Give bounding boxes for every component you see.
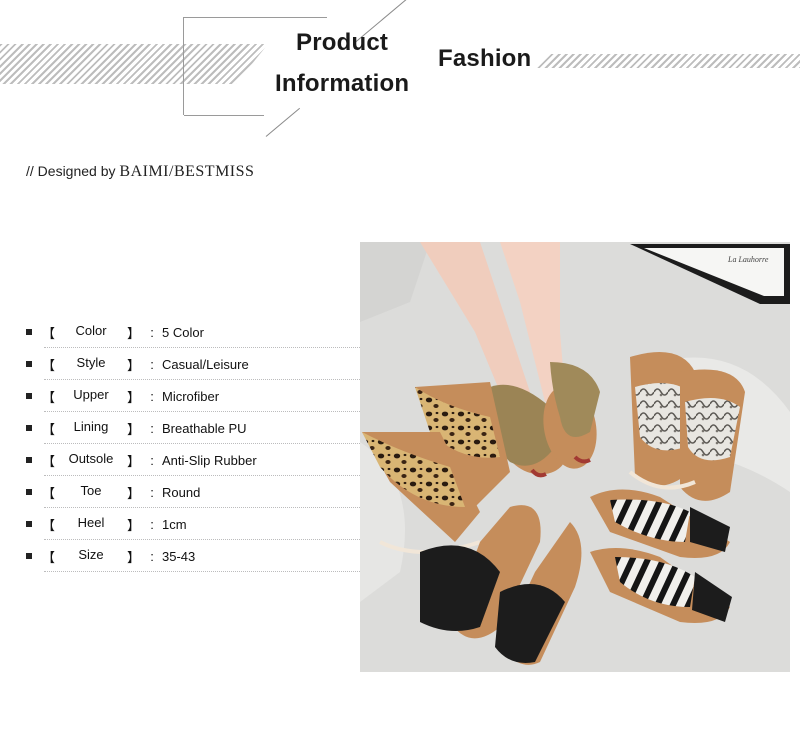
spec-colon: : [150, 388, 154, 404]
title-fashion: Fashion [438, 45, 532, 72]
spec-value: Anti-Slip Rubber [162, 452, 257, 468]
spec-label: Style [76, 354, 106, 370]
spec-row-outsole: 【 Outsole 】 : Anti-Slip Rubber [26, 444, 360, 476]
spec-value: Casual/Leisure [162, 356, 249, 372]
spec-colon: : [150, 452, 154, 468]
bracket-open: 【 [42, 453, 56, 469]
bullet-icon [26, 425, 32, 431]
spec-row-upper: 【 Upper 】 : Microfiber [26, 380, 360, 412]
product-photo: La Lauhorre [360, 242, 790, 672]
bracket-close: 】 [126, 485, 140, 501]
spec-label: Color [75, 322, 107, 338]
bracket-close: 】 [126, 549, 140, 565]
bullet-icon [26, 457, 32, 463]
spec-row-lining: 【 Lining 】 : Breathable PU [26, 412, 360, 444]
spec-label: Size [78, 546, 104, 562]
spec-label: Lining [73, 418, 109, 434]
spec-label: Outsole [68, 450, 114, 466]
bracket-open: 【 [42, 357, 56, 373]
bracket-open: 【 [42, 421, 56, 437]
bracket-open: 【 [42, 549, 56, 565]
spec-row-toe: 【 Toe 】 : Round [26, 476, 360, 508]
spec-colon: : [150, 484, 154, 500]
decor-stripe-right [537, 54, 800, 68]
bullet-icon [26, 329, 32, 335]
spec-label: Upper [73, 386, 109, 402]
spec-row-heel: 【 Heel 】 : 1cm [26, 508, 360, 540]
bullet-icon [26, 553, 32, 559]
spec-value: Breathable PU [162, 420, 247, 436]
bracket-close: 】 [126, 357, 140, 373]
designed-prefix: // Designed by [26, 163, 116, 179]
bracket-open: 【 [42, 517, 56, 533]
spec-value: 35-43 [162, 548, 196, 564]
spec-colon: : [150, 420, 154, 436]
bracket-open: 【 [42, 325, 56, 341]
spec-colon: : [150, 548, 154, 564]
bullet-icon [26, 393, 32, 399]
spec-colon: : [150, 324, 154, 340]
bullet-icon [26, 489, 32, 495]
product-photo-illustration: La Lauhorre [360, 242, 790, 672]
frame-text: La Lauhorre [727, 255, 769, 264]
title-information: Information [275, 70, 410, 97]
bracket-open: 【 [42, 485, 56, 501]
spec-value: Microfiber [162, 388, 220, 404]
bracket-close: 】 [126, 325, 140, 341]
spec-value: 5 Color [162, 324, 204, 340]
bracket-open: 【 [42, 389, 56, 405]
spec-colon: : [150, 356, 154, 372]
spec-value: 1cm [162, 516, 187, 532]
spec-colon: : [150, 516, 154, 532]
bracket-close: 】 [126, 517, 140, 533]
bullet-icon [26, 521, 32, 527]
brand-name: BAIMI/BESTMISS [119, 163, 255, 180]
spec-row-size: 【 Size 】 : 35-43 [26, 540, 360, 572]
spec-label: Toe [80, 482, 102, 498]
spec-list: 【 Color 】 : 5 Color 【 Style 】 : Casual/L… [26, 316, 360, 572]
bracket-close: 】 [126, 453, 140, 469]
bracket-close: 】 [126, 389, 140, 405]
spec-row-style: 【 Style 】 : Casual/Leisure [26, 348, 360, 380]
bullet-icon [26, 361, 32, 367]
title-product: Product [296, 29, 389, 56]
spec-row-color: 【 Color 】 : 5 Color [26, 316, 360, 348]
spec-label: Heel [77, 514, 105, 530]
bracket-close: 】 [126, 421, 140, 437]
designed-by: // Designed by BAIMI/BESTMISS [26, 163, 254, 181]
spec-value: Round [162, 484, 201, 500]
sandal-snake [628, 352, 745, 501]
